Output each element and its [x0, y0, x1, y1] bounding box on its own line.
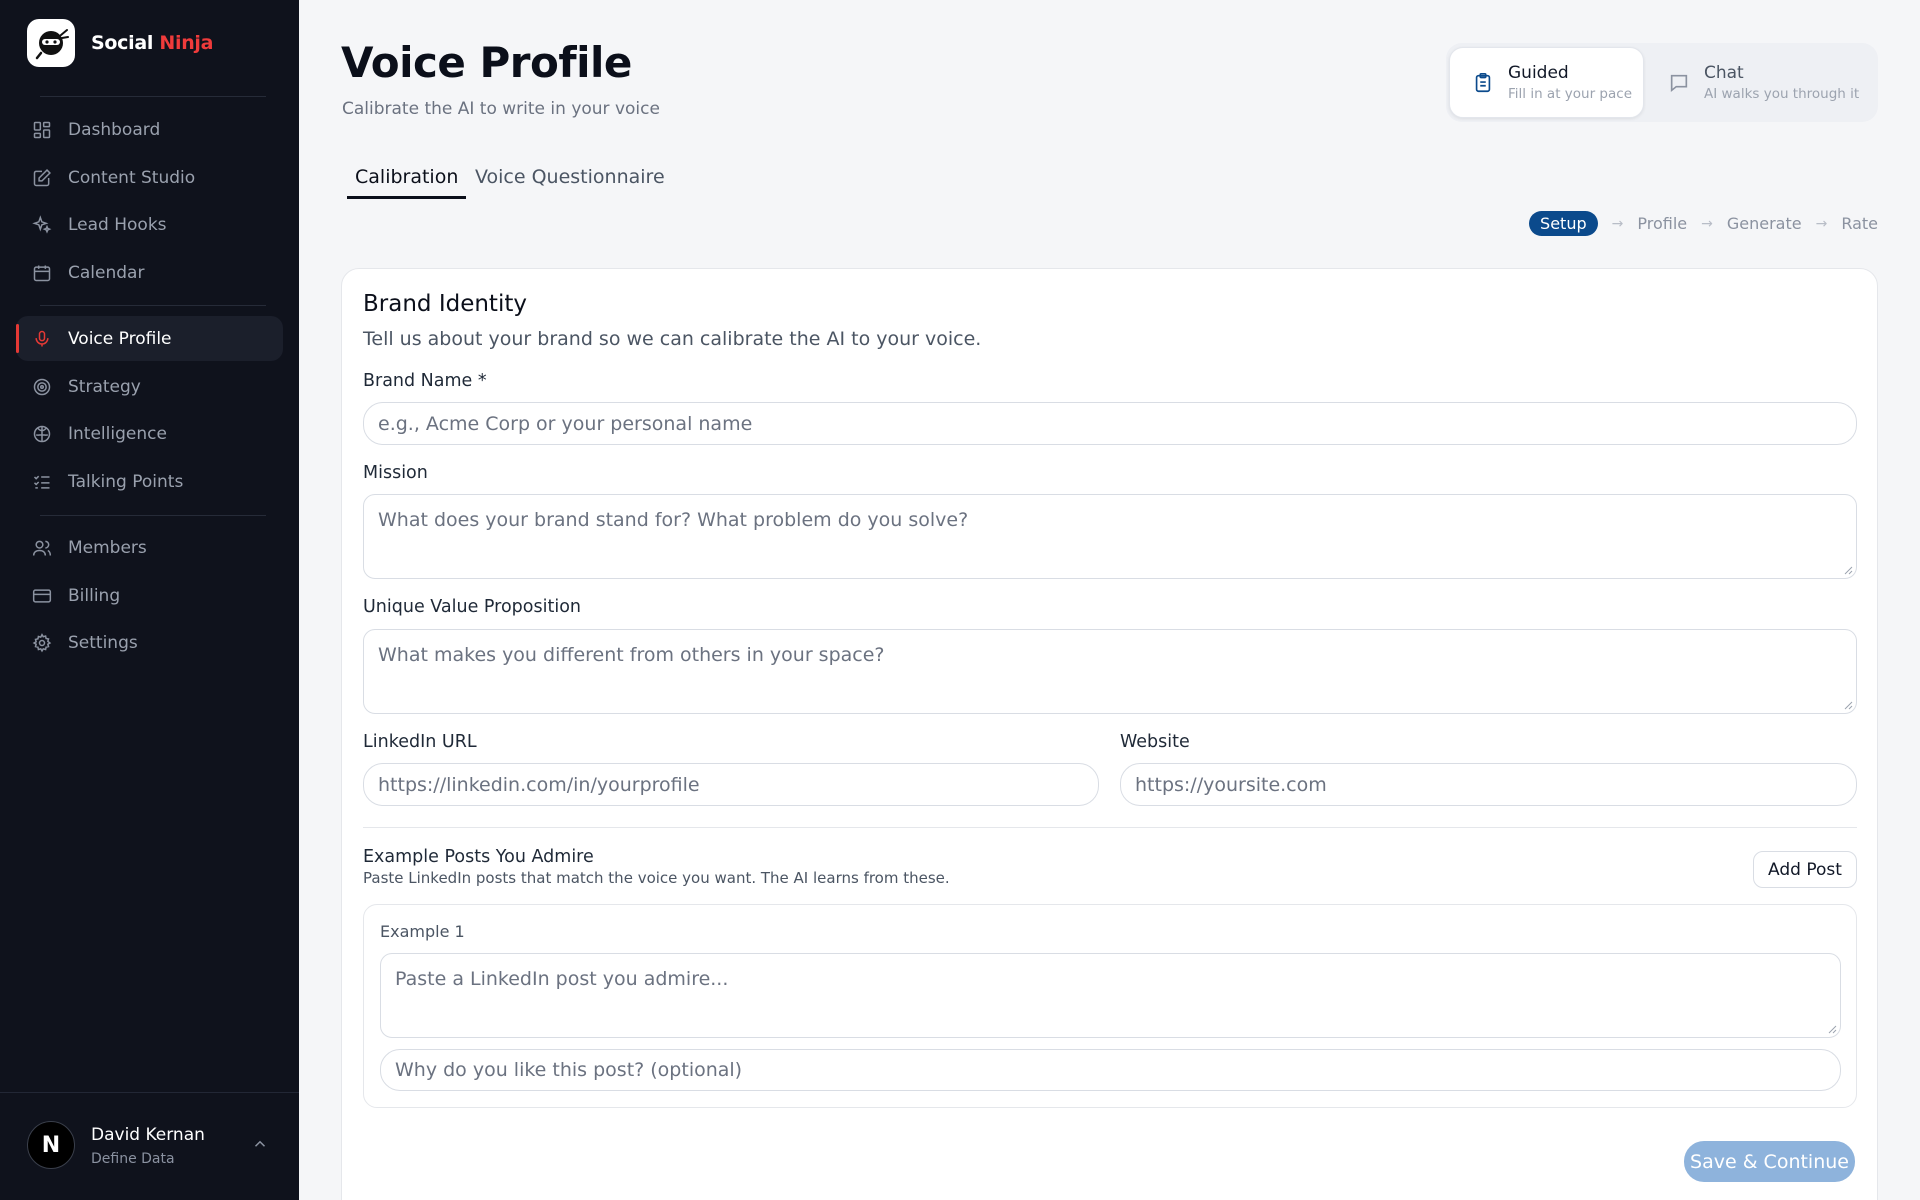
- gear-icon: [32, 632, 52, 652]
- dashboard-icon: [33, 121, 51, 138]
- edit-icon: [33, 168, 51, 186]
- sidebar-item-label: Strategy: [68, 376, 141, 397]
- example-label: Example 1: [380, 922, 465, 941]
- card-description: Tell us about your brand so we can calib…: [363, 328, 982, 350]
- sidebar-item-members[interactable]: Members: [16, 525, 283, 570]
- sidebar-item-label: Billing: [68, 585, 121, 606]
- credit-card-icon: [32, 588, 52, 603]
- step-setup: Setup: [1529, 211, 1598, 236]
- sidebar-item-settings[interactable]: Settings: [16, 620, 283, 665]
- tab-voice-questionnaire[interactable]: Voice Questionnaire: [467, 166, 673, 196]
- sidebar-item-voice-profile[interactable]: Voice Profile: [16, 316, 283, 361]
- step-generate: Generate: [1726, 214, 1802, 233]
- mode-chat[interactable]: Chat AI walks you through it: [1646, 47, 1875, 118]
- user-menu[interactable]: N David Kernan Define Data: [0, 1092, 299, 1200]
- sidebar-item-dashboard[interactable]: Dashboard: [16, 107, 283, 152]
- section-divider: [363, 827, 1857, 828]
- sidebar-item-label: Voice Profile: [68, 328, 172, 349]
- step-arrow: →: [1701, 215, 1713, 232]
- target-icon: [33, 378, 51, 395]
- example-post-textarea[interactable]: Paste a LinkedIn post you admire...: [380, 953, 1841, 1038]
- website-input[interactable]: https://yoursite.com: [1120, 763, 1857, 806]
- sidebar-divider: [40, 305, 266, 306]
- avatar: N: [27, 1121, 75, 1169]
- user-name: David Kernan: [91, 1125, 205, 1145]
- linkedin-url-input[interactable]: https://linkedin.com/in/yourprofile: [363, 763, 1099, 806]
- microphone-icon: [35, 330, 49, 346]
- mode-title: Chat: [1704, 63, 1744, 83]
- sidebar-item-label: Members: [68, 537, 147, 558]
- mission-textarea[interactable]: What does your brand stand for? What pro…: [363, 494, 1857, 579]
- resize-handle-icon[interactable]: [1843, 700, 1853, 710]
- tab-calibration[interactable]: Calibration: [347, 166, 467, 199]
- sidebar-item-strategy[interactable]: Strategy: [16, 364, 283, 409]
- step-arrow: →: [1611, 215, 1624, 232]
- mode-desc: Fill in at your pace: [1508, 86, 1632, 102]
- brand-name-label: Brand Name *: [363, 371, 487, 391]
- uvp-placeholder: What makes you different from others in …: [378, 644, 885, 666]
- brain-icon: [33, 425, 51, 442]
- brand-name: Social Ninja: [91, 32, 214, 54]
- mode-switch: Guided Fill in at your pace Chat AI walk…: [1446, 43, 1878, 122]
- examples-title: Example Posts You Admire: [363, 847, 594, 867]
- sidebar: Social Ninja Dashboard Content Studio Le…: [0, 0, 299, 1200]
- mode-desc: AI walks you through it: [1704, 86, 1860, 102]
- brand[interactable]: Social Ninja: [27, 19, 213, 67]
- progress-steps: Setup → Profile → Generate → Rate: [1529, 211, 1878, 236]
- mode-title: Guided: [1508, 63, 1569, 83]
- checklist-icon: [33, 475, 50, 489]
- sidebar-item-talking-points[interactable]: Talking Points: [16, 459, 283, 504]
- brand-identity-card: Brand Identity Tell us about your brand …: [341, 268, 1878, 1200]
- chevron-up-icon[interactable]: [251, 1135, 269, 1153]
- sidebar-item-calendar[interactable]: Calendar: [16, 250, 283, 295]
- sidebar-item-label: Dashboard: [68, 119, 161, 140]
- sidebar-item-lead-hooks[interactable]: Lead Hooks: [16, 202, 283, 247]
- examples-description: Paste LinkedIn posts that match the voic…: [363, 869, 950, 887]
- linkedin-label: LinkedIn URL: [363, 732, 477, 752]
- sidebar-item-label: Intelligence: [68, 423, 167, 444]
- resize-handle-icon[interactable]: [1843, 565, 1853, 575]
- uvp-textarea[interactable]: What makes you different from others in …: [363, 629, 1857, 714]
- ninja-logo-icon: [27, 19, 75, 67]
- sidebar-item-label: Settings: [68, 632, 138, 653]
- brand-name-input[interactable]: e.g., Acme Corp or your personal name: [363, 402, 1857, 445]
- sidebar-item-intelligence[interactable]: Intelligence: [16, 411, 283, 456]
- example-post-placeholder: Paste a LinkedIn post you admire...: [395, 968, 729, 990]
- example-why-input[interactable]: Why do you like this post? (optional): [380, 1049, 1841, 1091]
- sidebar-item-billing[interactable]: Billing: [16, 573, 283, 618]
- sidebar-item-label: Content Studio: [68, 167, 196, 188]
- users-icon: [32, 540, 52, 556]
- sidebar-item-label: Talking Points: [68, 471, 184, 492]
- add-post-button[interactable]: Add Post: [1753, 851, 1857, 888]
- step-rate: Rate: [1841, 214, 1878, 233]
- page-title: Voice Profile: [341, 38, 632, 87]
- chat-icon: [1670, 74, 1688, 92]
- clipboard-icon: [1475, 72, 1491, 92]
- sidebar-divider: [40, 96, 266, 97]
- uvp-label: Unique Value Proposition: [363, 597, 581, 617]
- card-title: Brand Identity: [363, 291, 527, 317]
- resize-handle-icon[interactable]: [1827, 1024, 1837, 1034]
- user-org: Define Data: [91, 1151, 175, 1167]
- step-profile: Profile: [1637, 214, 1688, 233]
- save-continue-button[interactable]: Save & Continue: [1684, 1141, 1855, 1182]
- mission-label: Mission: [363, 463, 428, 483]
- mode-guided[interactable]: Guided Fill in at your pace: [1449, 47, 1644, 118]
- example-post-card: Example 1 Paste a LinkedIn post you admi…: [363, 904, 1857, 1108]
- sparkles-icon: [32, 214, 52, 234]
- calendar-icon: [33, 265, 51, 281]
- step-arrow: →: [1815, 215, 1828, 232]
- sidebar-item-content-studio[interactable]: Content Studio: [16, 155, 283, 200]
- website-label: Website: [1120, 732, 1190, 752]
- sidebar-item-label: Lead Hooks: [68, 214, 167, 235]
- page-subtitle: Calibrate the AI to write in your voice: [342, 99, 660, 119]
- sidebar-divider: [40, 515, 266, 516]
- sidebar-item-label: Calendar: [68, 262, 145, 283]
- mission-placeholder: What does your brand stand for? What pro…: [378, 509, 969, 531]
